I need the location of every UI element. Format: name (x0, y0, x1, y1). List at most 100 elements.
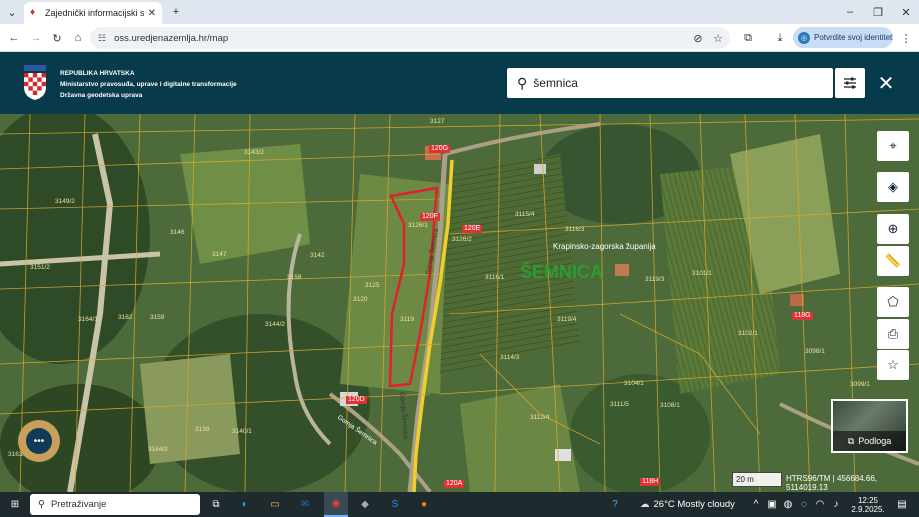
chrome-icon[interactable]: ◉ (324, 492, 348, 517)
parcel-number: 3125 (365, 282, 380, 289)
parcel-number: 3114/3 (500, 354, 520, 361)
reload-icon[interactable]: ↻ (49, 30, 65, 46)
notifications-icon[interactable]: ▤ (894, 492, 910, 517)
parcel-number: 3119/3 (645, 276, 665, 283)
weather-widget[interactable]: ☁ 26°C Mostly cloudy (640, 492, 740, 517)
favorites-button[interactable]: ☆ (877, 350, 909, 380)
area-button[interactable]: ⬠ (877, 287, 909, 317)
parcel-number: 3098/1 (805, 348, 825, 355)
parcel-number: 3104/1 (624, 380, 644, 387)
outlook-icon[interactable]: ✉ (296, 492, 314, 517)
house-number: 120G (429, 145, 451, 153)
windows-start-icon[interactable]: ⊞ (6, 492, 24, 517)
map-canvas[interactable]: ŠEMNICA Krapinsko-zagorska županija Gorn… (0, 114, 919, 492)
house-number: 120E (462, 225, 483, 233)
taskbar-search-input[interactable]: ⚲ Pretraživanje (30, 494, 200, 515)
tray-app-icon[interactable]: ◌ (798, 492, 810, 517)
back-icon[interactable]: ← (6, 30, 22, 46)
map-pin-icon: ⌖ (889, 138, 897, 153)
parcel-number: 3164/2 (148, 446, 168, 453)
identity-icon: ◎ (798, 31, 810, 44)
croatian-coat-of-arms-icon (24, 65, 46, 100)
filter-button[interactable] (835, 68, 865, 98)
tray-app-icon[interactable]: ▣ (766, 492, 778, 517)
house-number: 120F (420, 213, 440, 221)
house-number: 120A (444, 480, 465, 488)
parcel-number: 3111/5 (610, 401, 629, 408)
extensions-icon[interactable]: ⧉ (740, 30, 756, 46)
ministry-title: REPUBLIKA HRVATSKA Ministarstvo pravosuđ… (60, 68, 237, 101)
help-icon[interactable]: ? (606, 492, 624, 517)
task-view-icon[interactable]: ⧉ (207, 492, 225, 517)
edge-icon[interactable]: ◐ (236, 492, 254, 517)
address-bar[interactable]: ☷ oss.uredjenazemlja.hr/map (90, 27, 730, 49)
layers-icon: ◈ (888, 179, 898, 194)
parcel-number: 3151/2 (30, 264, 50, 271)
sliders-icon (844, 77, 856, 89)
parcel-number: 3126/1 (408, 222, 428, 229)
parcel-number: 3127 (430, 118, 445, 125)
site-favicon-icon: ♦ (30, 7, 36, 18)
house-number: 120D (346, 396, 367, 404)
skype-icon[interactable]: S (386, 492, 404, 517)
close-tab-icon[interactable]: ✕ (148, 8, 156, 19)
volume-icon[interactable]: ♪ (830, 492, 842, 517)
basemap-switcher[interactable]: ⧉ Podloga (831, 399, 908, 453)
parcel-number: 3164/1 (78, 316, 98, 323)
polygon-icon: ⬠ (887, 294, 899, 309)
layers-button[interactable]: ◈ (877, 172, 909, 202)
chat-button[interactable]: ••• (18, 420, 60, 462)
parcel-number: 3126/2 (452, 236, 472, 243)
site-info-icon[interactable]: ☷ (98, 33, 106, 44)
print-button[interactable]: ⎙ (877, 319, 909, 349)
parcel-number: 3158 (287, 274, 302, 281)
minimize-icon[interactable]: – (842, 5, 858, 19)
browser-tab[interactable]: ♦ Zajednički informacijski sustav ✕ (24, 2, 162, 24)
zoom-in-icon: ⊕ (887, 221, 899, 236)
parcel-number: 3115/4 (515, 211, 535, 218)
parcel-number: 3102/1 (738, 330, 758, 337)
coordinate-readout: HTRS96/TM | 456684.66, 5114019.13 (786, 474, 878, 492)
zoom-search-button[interactable]: ⊕ (877, 214, 909, 244)
browser-menu-icon[interactable]: ⋮ (899, 30, 913, 46)
firefox-icon[interactable]: ● (415, 492, 433, 517)
parcel-number: 3149/2 (55, 198, 75, 205)
parcel-number: 3116/1 (485, 274, 505, 281)
location-button[interactable]: ⌖ (877, 131, 909, 161)
close-window-icon[interactable]: ✕ (898, 5, 914, 19)
place-name-label: ŠEMNICA (520, 262, 604, 282)
measure-button[interactable]: 📏 (877, 246, 909, 276)
new-tab-icon[interactable]: + (168, 5, 184, 19)
republic-label: REPUBLIKA HRVATSKA (60, 70, 135, 77)
identity-button[interactable]: ◎ Potvrdite svoj identitet (793, 27, 893, 48)
downloads-icon[interactable]: ⤓ (772, 30, 788, 46)
maximize-icon[interactable]: ❐ (870, 5, 886, 19)
clock[interactable]: 12:25 2.9.2025. (848, 492, 888, 517)
parcel-number: 3147 (212, 251, 227, 258)
network-icon[interactable]: ◠ (814, 492, 826, 517)
bookmark-star-icon[interactable]: ☆ (710, 30, 726, 46)
parcel-number: 3140/1 (232, 428, 252, 435)
file-explorer-icon[interactable]: ▭ (266, 492, 284, 517)
star-icon: ☆ (887, 357, 899, 372)
basemap-label: ⧉ Podloga (833, 431, 906, 451)
search-icon: ⚲ (517, 74, 528, 91)
search-input[interactable]: ⚲ šemnica (507, 68, 833, 98)
tab-list-chevron-icon[interactable]: ⌄ (4, 5, 20, 19)
parcel-number: 3142 (310, 252, 325, 259)
parcel-number: 3119 (400, 316, 414, 323)
forward-icon[interactable]: → (28, 30, 44, 46)
scale-bar: 20 m (732, 472, 782, 487)
app-icon[interactable]: ◆ (356, 492, 374, 517)
parcel-number: 3101/1 (692, 270, 712, 277)
parcel-number: 3146 (170, 229, 185, 236)
parcel-number: 3139 (195, 426, 210, 433)
tracking-blocked-icon[interactable]: ⊘ (690, 30, 706, 46)
parcel-number: 3112/4 (530, 414, 550, 421)
close-search-icon[interactable]: ✕ (874, 70, 898, 96)
agency-label: Državna geodetska uprava (60, 92, 143, 99)
tab-title: Zajednički informacijski sustav (45, 8, 144, 18)
home-icon[interactable]: ⌂ (70, 30, 86, 46)
tray-chevron-icon[interactable]: ^ (750, 492, 762, 517)
tray-app-icon[interactable]: ◍ (782, 492, 794, 517)
